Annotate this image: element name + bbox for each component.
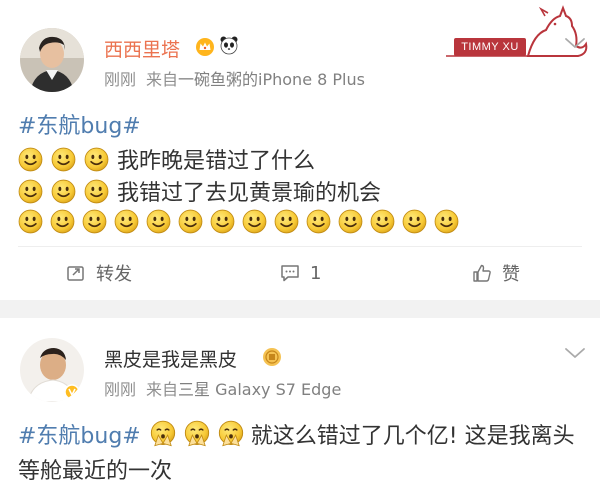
- post-meta: 刚刚 来自三星 Galaxy S7 Edge: [104, 376, 341, 400]
- smile-emoji-icon: [84, 147, 109, 172]
- post-time: 刚刚: [104, 70, 137, 89]
- smile-emoji-icon: [178, 209, 203, 234]
- source-prefix: 来自: [146, 380, 179, 399]
- username[interactable]: 黑皮是我是黑皮: [104, 345, 237, 372]
- post-text-line: 等舱最近的一次: [18, 453, 172, 485]
- weibo-post-card: 西西里塔 刚刚 来自一碗鱼粥的iPhone 8 Plus TIMMY XU #东…: [0, 0, 600, 300]
- avatar[interactable]: [20, 28, 84, 92]
- smile-emoji-icon: [370, 209, 395, 234]
- username[interactable]: 西西里塔: [104, 35, 180, 62]
- post-text: 我错过了去见黄景瑜的机会: [117, 181, 382, 206]
- praying-emoji-icon: [217, 420, 245, 448]
- smile-emoji-icon: [50, 209, 75, 234]
- post-actions: 转发 1 赞: [0, 250, 600, 296]
- panda-icon: [219, 35, 239, 55]
- post-text-line: 我昨晚是错过了什么: [18, 143, 315, 175]
- chevron-down-icon[interactable]: [564, 36, 586, 50]
- smile-emoji-icon: [114, 209, 139, 234]
- vip-crown-icon[interactable]: [195, 37, 214, 56]
- post-source-model[interactable]: Galaxy S7 Edge: [210, 380, 341, 399]
- post-time: 刚刚: [104, 380, 137, 399]
- chevron-down-icon[interactable]: [564, 346, 586, 360]
- smile-emoji-icon: [51, 179, 76, 204]
- smile-emoji-icon: [18, 147, 43, 172]
- thumbs-up-icon: [473, 264, 491, 282]
- weibo-post-card: 黑皮是我是黑皮 刚刚 来自三星 Galaxy S7 Edge #东航bug# 就这…: [0, 318, 600, 495]
- watermark-logo: TIMMY XU: [442, 4, 590, 62]
- smile-emoji-icon: [84, 179, 109, 204]
- post-text-line: 我错过了去见黄景瑜的机会: [18, 175, 381, 207]
- comment-count: 1: [310, 262, 322, 284]
- smile-emoji-icon: [146, 209, 171, 234]
- smile-emoji-icon: [82, 209, 107, 234]
- source-prefix: 来自: [146, 70, 179, 89]
- like-button[interactable]: 赞: [472, 250, 520, 296]
- comment-button[interactable]: 1: [280, 250, 321, 296]
- post-meta: 刚刚 来自一碗鱼粥的iPhone 8 Plus: [104, 66, 365, 90]
- smile-emoji-icon: [18, 179, 43, 204]
- praying-emoji-icon: [183, 420, 211, 448]
- divider: [18, 246, 582, 247]
- smile-emoji-icon: [402, 209, 427, 234]
- repost-icon: [67, 266, 84, 281]
- post-hashtag-line: #东航bug#: [18, 108, 149, 140]
- repost-button[interactable]: 转发: [66, 250, 132, 296]
- smile-emoji-icon: [306, 209, 331, 234]
- emoji-row: [18, 209, 466, 234]
- hashtag-link[interactable]: #东航bug#: [18, 418, 141, 450]
- smile-emoji-icon: [51, 147, 76, 172]
- smile-emoji-icon: [274, 209, 299, 234]
- post-text: 我昨晚是错过了什么: [117, 149, 316, 174]
- post-source-brand[interactable]: 三星: [178, 380, 210, 399]
- post-text-line: #东航bug# 就这么错过了几个亿! 这是我离头: [18, 418, 575, 450]
- post-source[interactable]: 一碗鱼粥的iPhone 8 Plus: [178, 70, 365, 89]
- repost-label: 转发: [96, 264, 132, 285]
- post-text: 等舱最近的一次: [18, 459, 173, 484]
- praying-emoji-icon: [149, 420, 177, 448]
- smile-emoji-icon: [434, 209, 459, 234]
- like-label: 赞: [502, 264, 520, 285]
- avatar[interactable]: [20, 338, 84, 402]
- post-text: 就这么错过了几个亿! 这是我离头: [250, 424, 575, 449]
- smile-emoji-icon: [338, 209, 363, 234]
- smile-emoji-icon: [210, 209, 235, 234]
- comment-icon: [281, 265, 299, 282]
- hashtag-link[interactable]: #东航bug#: [18, 108, 141, 140]
- smile-emoji-icon: [242, 209, 267, 234]
- smile-emoji-icon: [18, 209, 43, 234]
- watermark-text: TIMMY XU: [454, 38, 526, 56]
- medal-icon[interactable]: [262, 347, 282, 367]
